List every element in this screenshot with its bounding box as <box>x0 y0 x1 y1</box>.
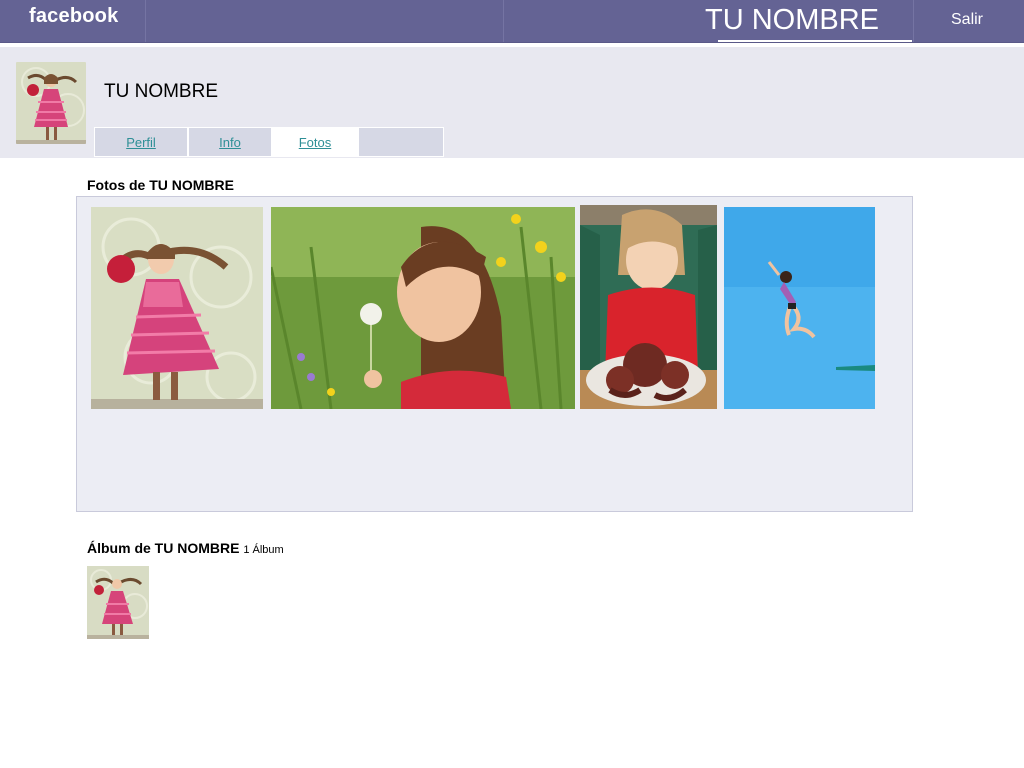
girl-jumping-sky-photo <box>724 207 875 409</box>
profile-name: TU NOMBRE <box>104 81 218 102</box>
girl-pink-dress-photo <box>16 62 86 144</box>
photo-thumbnail[interactable] <box>271 207 575 409</box>
profile-avatar[interactable] <box>16 62 86 144</box>
profile-header: TU NOMBRE Perfil Info Fotos <box>0 47 1024 158</box>
album-heading-text: Álbum de TU NOMBRE <box>87 540 240 556</box>
photo-thumbnail[interactable] <box>580 205 717 409</box>
tab-perfil[interactable]: Perfil <box>94 127 188 157</box>
top-bar: facebook TU NOMBRE Salir <box>0 0 1024 43</box>
girl-octopus-photo <box>580 205 717 409</box>
photo-thumbnail[interactable] <box>724 207 875 409</box>
girl-pink-dress-photo <box>91 207 263 409</box>
girl-dandelion-photo <box>271 207 575 409</box>
album-count: 1 Álbum <box>243 544 284 556</box>
album-heading: Álbum de TU NOMBRE 1 Álbum <box>87 540 284 556</box>
page-title: TU NOMBRE <box>705 4 879 36</box>
profile-tabs: Perfil Info Fotos <box>94 127 444 157</box>
girl-pink-dress-photo <box>87 566 149 639</box>
facebook-logo[interactable]: facebook <box>29 5 118 28</box>
album-thumbnail[interactable] <box>87 566 149 639</box>
tab-empty <box>358 127 444 157</box>
photo-thumbnail[interactable] <box>91 207 263 409</box>
photos-heading: Fotos de TU NOMBRE <box>87 177 234 193</box>
top-bar-segment <box>145 0 504 42</box>
tab-fotos[interactable]: Fotos <box>272 127 358 157</box>
logout-link[interactable]: Salir <box>951 11 983 29</box>
tab-info[interactable]: Info <box>188 127 272 157</box>
title-underline <box>718 40 912 42</box>
